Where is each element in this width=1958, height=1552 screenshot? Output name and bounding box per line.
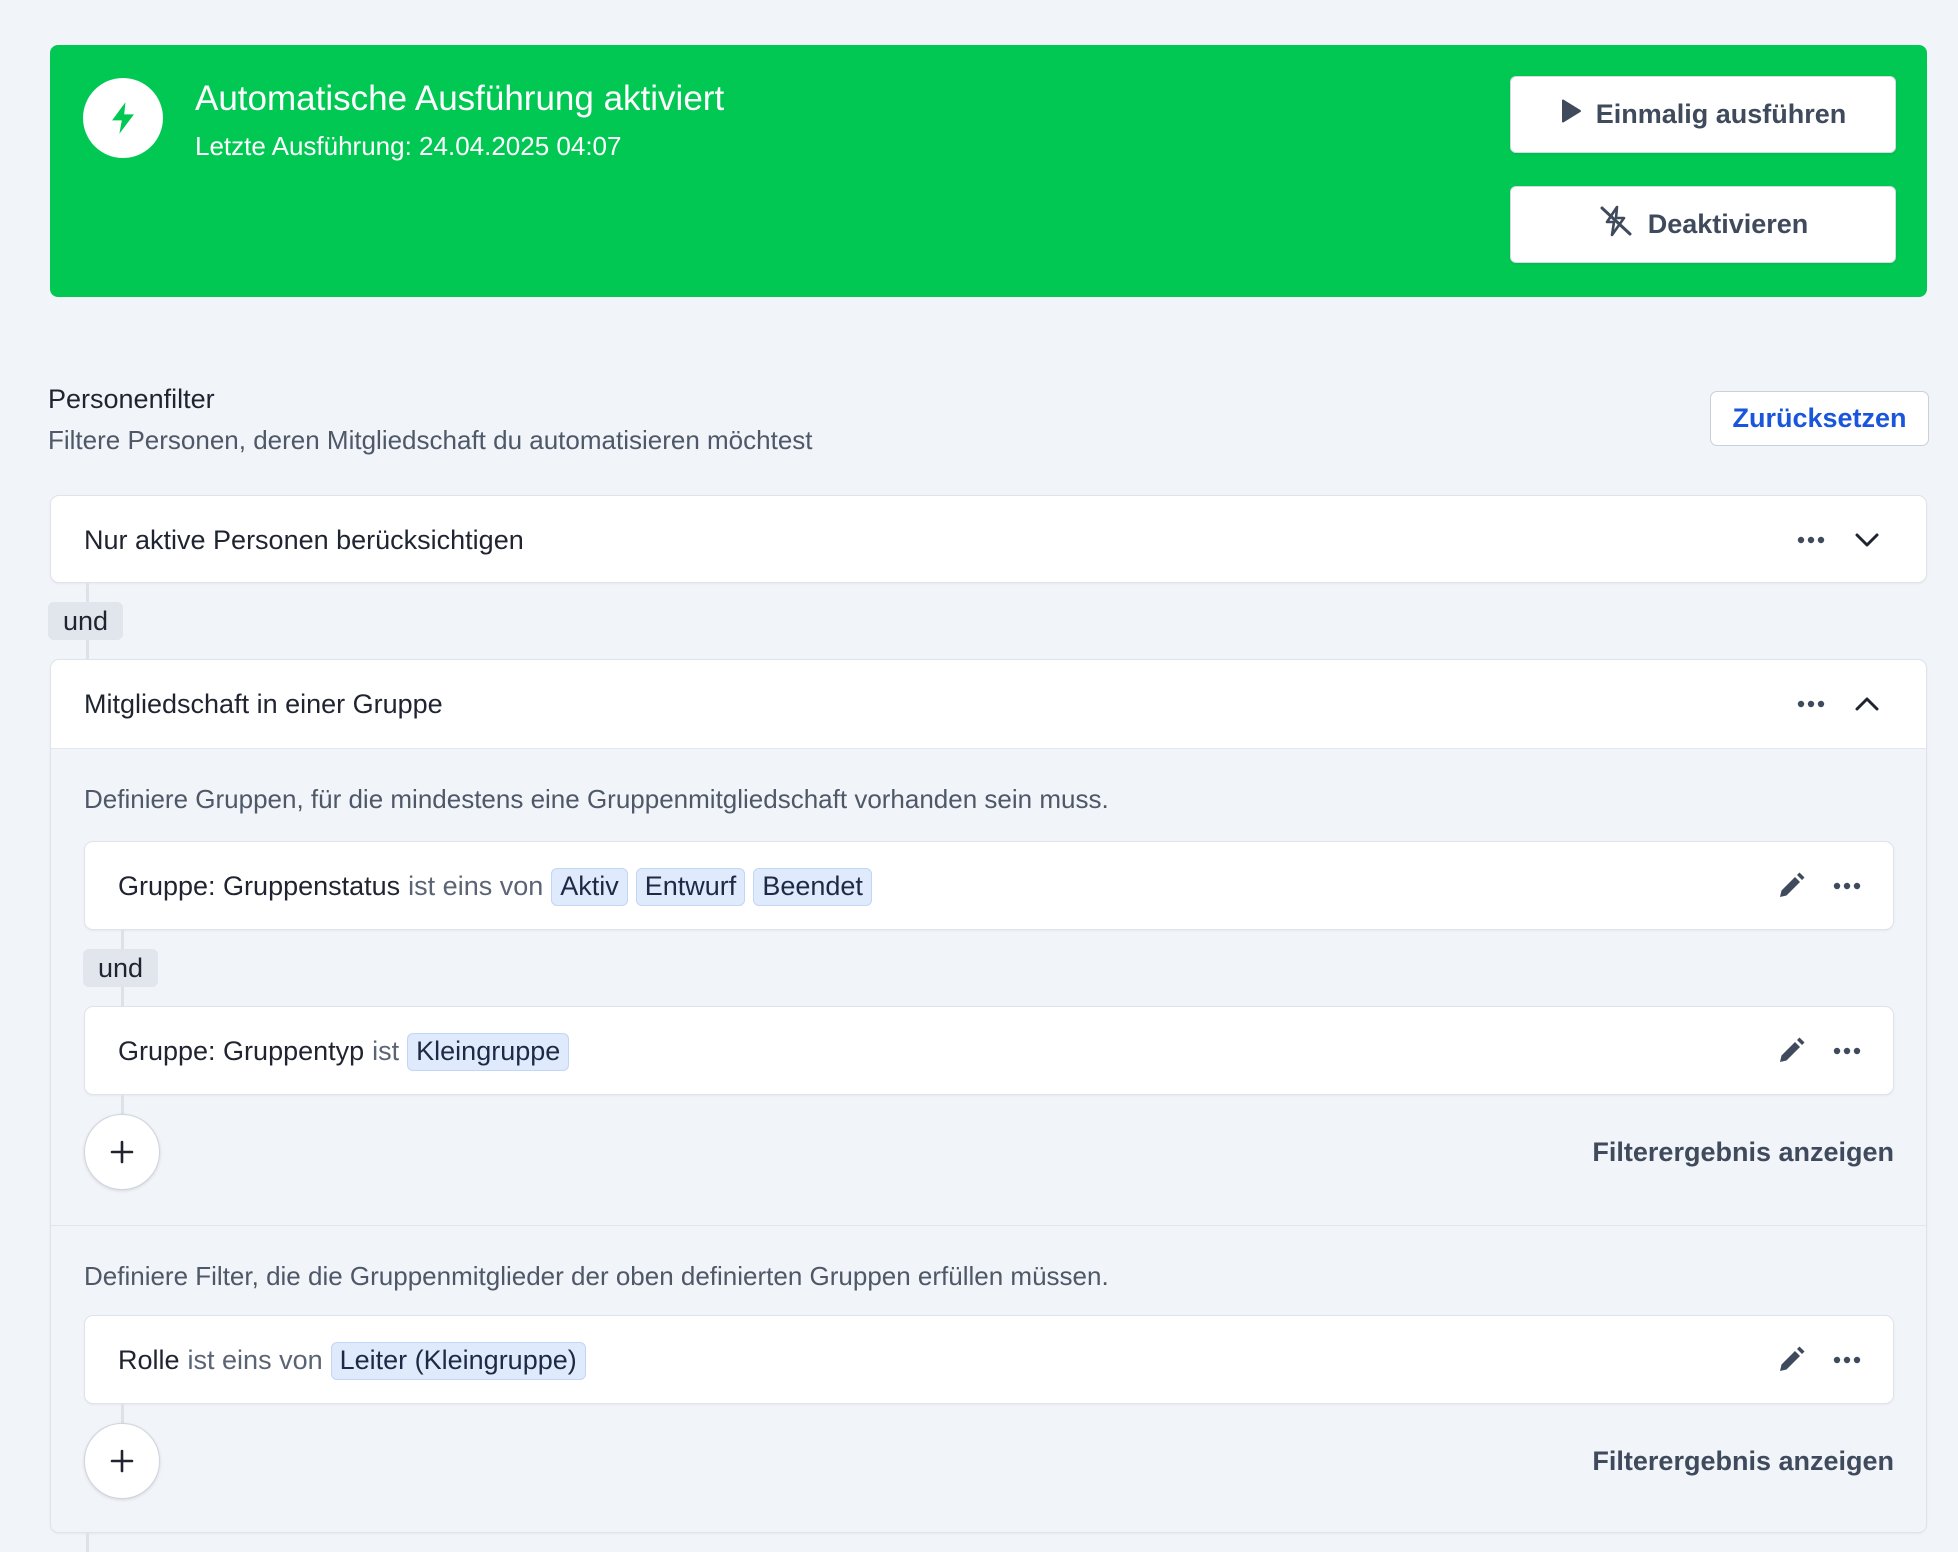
logic-connector-und: und	[83, 949, 159, 987]
filter-rule-role[interactable]: Rolle ist eins von Leiter (Kleingruppe)	[84, 1315, 1894, 1404]
play-icon	[1560, 99, 1582, 130]
more-options-icon[interactable]	[1825, 1029, 1869, 1073]
connector-line	[86, 1533, 89, 1552]
add-member-filter-button[interactable]	[84, 1423, 160, 1499]
filter-card-group-membership: Mitgliedschaft in einer Gruppe Definiere…	[50, 659, 1927, 1533]
show-filter-result-link[interactable]: Filterergebnis anzeigen	[1592, 1446, 1894, 1477]
run-once-button[interactable]: Einmalig ausführen	[1510, 76, 1896, 153]
lightning-off-icon	[1598, 205, 1634, 244]
members-hint: Definiere Filter, die die Gruppenmitglie…	[84, 1261, 1109, 1291]
plus-icon	[110, 1140, 134, 1164]
last-run-timestamp: Letzte Ausführung: 24.04.2025 04:07	[195, 131, 622, 161]
group-filter-body: Definiere Gruppen, für die mindestens ei…	[51, 749, 1926, 1532]
deactivate-label: Deaktivieren	[1647, 209, 1809, 239]
page: Automatische Ausführung aktiviert Letzte…	[0, 0, 1958, 1552]
rule-expression: Gruppe: Gruppenstatus ist eins von Aktiv…	[118, 842, 872, 931]
more-options-icon[interactable]	[1789, 518, 1833, 562]
reset-button[interactable]: Zurücksetzen	[1710, 391, 1929, 446]
groups-hint: Definiere Gruppen, für die mindestens ei…	[84, 784, 1109, 814]
value-chip: Kleingruppe	[407, 1032, 570, 1071]
pencil-icon[interactable]	[1769, 1338, 1813, 1382]
deactivate-button[interactable]: Deaktivieren	[1510, 186, 1896, 263]
value-chip: Leiter (Kleingruppe)	[330, 1341, 586, 1380]
divider	[51, 1225, 1926, 1226]
more-options-icon[interactable]	[1825, 1338, 1869, 1382]
automation-status-banner: Automatische Ausführung aktiviert Letzte…	[50, 45, 1927, 297]
lightning-icon	[83, 78, 163, 158]
filter-card-active-persons[interactable]: Nur aktive Personen berücksichtigen	[50, 495, 1927, 583]
pencil-icon[interactable]	[1769, 864, 1813, 908]
filter-title: Nur aktive Personen berücksichtigen	[84, 524, 524, 555]
pencil-icon[interactable]	[1769, 1029, 1813, 1073]
rule-operator: ist	[372, 1036, 400, 1066]
rule-operator: ist eins von	[408, 871, 544, 901]
value-chip: Beendet	[753, 867, 872, 906]
plus-icon	[110, 1449, 134, 1473]
section-title: Personenfilter	[48, 384, 215, 414]
filter-title: Mitgliedschaft in einer Gruppe	[84, 688, 443, 719]
rule-operator: ist eins von	[187, 1345, 323, 1375]
banner-title: Automatische Ausführung aktiviert	[195, 79, 725, 118]
filter-rule-group-type[interactable]: Gruppe: Gruppentyp ist Kleingruppe	[84, 1006, 1894, 1095]
section-subtitle: Filtere Personen, deren Mitgliedschaft d…	[48, 425, 813, 455]
run-once-label: Einmalig ausführen	[1595, 99, 1847, 129]
chevron-up-icon[interactable]	[1845, 682, 1889, 726]
rule-expression: Rolle ist eins von Leiter (Kleingruppe)	[118, 1316, 586, 1405]
more-options-icon[interactable]	[1825, 864, 1869, 908]
filter-rule-group-status[interactable]: Gruppe: Gruppenstatus ist eins von Aktiv…	[84, 841, 1894, 930]
show-filter-result-link[interactable]: Filterergebnis anzeigen	[1592, 1137, 1894, 1168]
value-chip: Aktiv	[551, 867, 628, 906]
add-filter-button[interactable]	[84, 1114, 160, 1190]
rule-expression: Gruppe: Gruppentyp ist Kleingruppe	[118, 1007, 570, 1096]
more-options-icon[interactable]	[1789, 682, 1833, 726]
chevron-down-icon[interactable]	[1845, 518, 1889, 562]
rule-field: Gruppe: Gruppentyp	[118, 1036, 365, 1066]
value-chip: Entwurf	[635, 867, 746, 906]
logic-connector-und: und	[48, 602, 124, 640]
rule-field: Gruppe: Gruppenstatus	[118, 871, 401, 901]
rule-field: Rolle	[118, 1345, 180, 1375]
